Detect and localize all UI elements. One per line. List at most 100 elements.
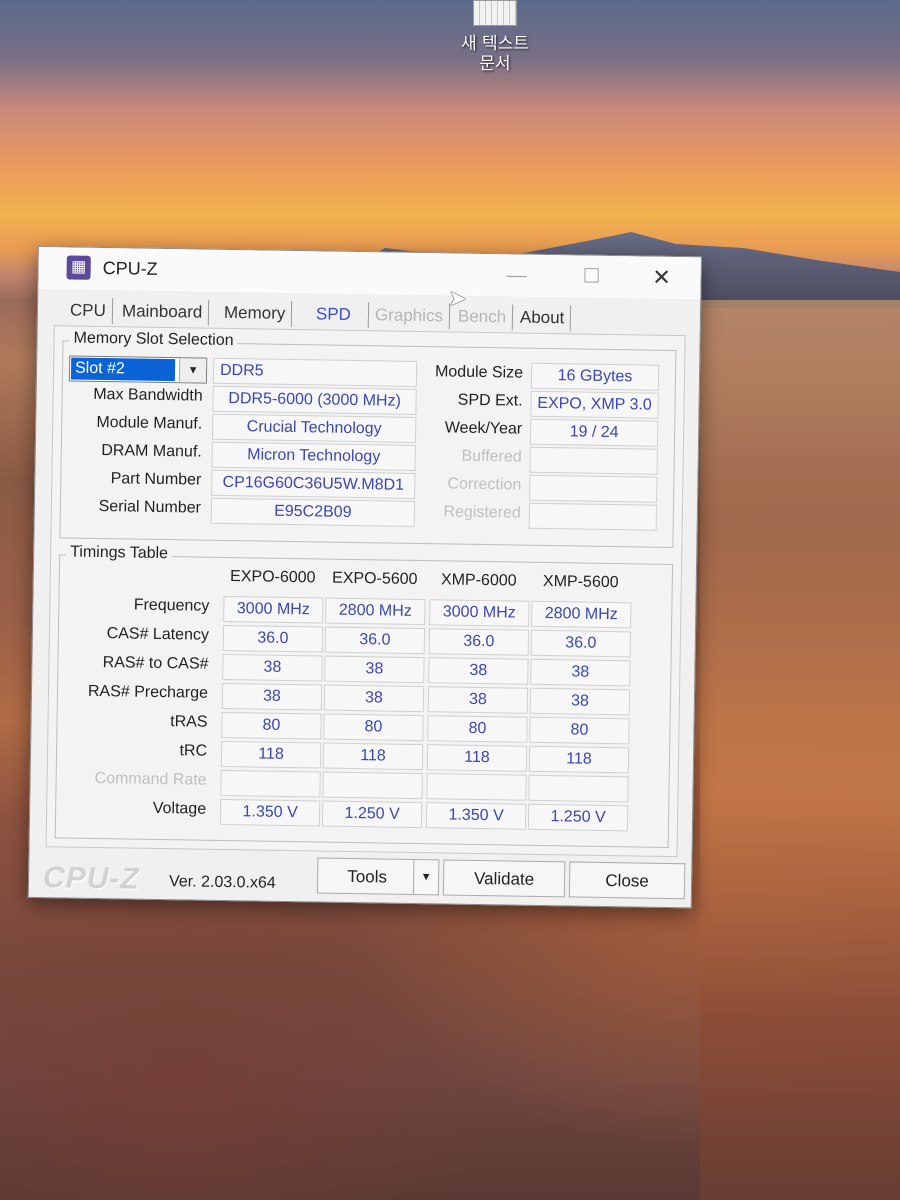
timings-cell: 38: [428, 657, 529, 685]
timings-cell: 80: [427, 715, 528, 743]
tab-about[interactable]: About: [513, 304, 572, 332]
timings-row-label: Frequency: [133, 596, 210, 615]
timings-cell: 80: [221, 711, 322, 740]
chevron-down-icon[interactable]: ▼: [412, 859, 439, 895]
timings-cell: 38: [427, 686, 529, 714]
timings-row-label: CAS# Latency: [106, 625, 210, 644]
timings-cell: [220, 769, 321, 798]
timings-group-title: Timings Table: [66, 543, 173, 564]
close-window-button[interactable]: ✕: [643, 263, 679, 294]
timings-row-label: tRC: [179, 742, 208, 760]
timings-cell: 36.0: [222, 624, 324, 653]
timings-cell: 1.250 V: [321, 800, 423, 829]
tab-cpu[interactable]: CPU: [63, 297, 114, 325]
background-cliff: [700, 300, 900, 1200]
tab-graphics[interactable]: Graphics: [367, 302, 451, 330]
max-bandwidth-label: Max Bandwidth: [93, 385, 203, 405]
timings-cell: 38: [221, 682, 323, 711]
cpuz-logo: CPU-Z: [42, 861, 140, 896]
text-document-icon: [473, 0, 517, 26]
module-manuf-value: Crucial Technology: [211, 413, 417, 443]
part-number-value: CP16G60C36U5W.M8D1: [211, 469, 416, 499]
timings-row-label: Command Rate: [94, 769, 207, 789]
tools-button-label: Tools: [347, 866, 388, 887]
timings-group: Timings Table EXPO-6000 EXPO-5600 XMP-6000…: [54, 543, 674, 848]
timings-cell: 118: [426, 744, 528, 772]
title-bar[interactable]: ▦ CPU-Z — ☐ ✕ ➤: [38, 247, 701, 311]
timings-cell: 1.350 V: [425, 802, 527, 830]
timings-column-header: EXPO-5600: [331, 569, 418, 589]
footer-bar: CPU-Z Ver. 2.03.0.x64 Tools ▼ Validate C…: [29, 847, 692, 907]
chevron-down-icon[interactable]: ▼: [178, 358, 207, 383]
close-button[interactable]: Close: [568, 861, 686, 900]
maximize-button[interactable]: ☐: [573, 261, 609, 292]
timings-row-label: tRAS: [170, 713, 208, 731]
timings-cell: 2800 MHz: [325, 597, 426, 626]
timings-cell: [426, 773, 527, 801]
timings-column-header: XMP-6000: [440, 571, 517, 590]
timings-row-label: Voltage: [152, 799, 207, 818]
memory-slot-group: Memory Slot Selection Slot #2 ▼ DDR5 Max…: [59, 329, 677, 549]
cpuz-window: ▦ CPU-Z — ☐ ✕ ➤ CPU Mainboard Memory SPD…: [27, 246, 702, 909]
timings-column-header: EXPO-6000: [229, 568, 316, 587]
week-year-label: Week/Year: [444, 419, 523, 438]
tab-memory[interactable]: Memory: [217, 299, 293, 328]
cpuz-app-icon: ▦: [66, 255, 91, 280]
timings-cell: 2800 MHz: [531, 600, 632, 629]
module-size-label: Module Size: [434, 363, 524, 382]
timings-column-header: XMP-5600: [542, 572, 619, 592]
slot-select-value: Slot #2: [70, 357, 176, 382]
timings-cell: 118: [322, 742, 424, 771]
desktop-icon-label-line2: 문서: [479, 54, 511, 74]
tab-mainboard[interactable]: Mainboard: [115, 298, 210, 326]
serial-number-value: E95C2B09: [210, 497, 416, 527]
minimize-button[interactable]: —: [498, 260, 534, 291]
memory-type-value: DDR5: [212, 357, 418, 387]
timings-cell: 1.250 V: [527, 803, 629, 832]
spd-ext-value: EXPO, XMP 3.0: [530, 390, 659, 419]
part-number-label: Part Number: [110, 470, 202, 489]
timings-cell: 38: [529, 687, 631, 716]
window-title: CPU-Z: [102, 258, 158, 279]
validate-button[interactable]: Validate: [442, 859, 566, 898]
timings-cell: 118: [220, 740, 322, 769]
module-size-value: 16 GBytes: [530, 362, 660, 391]
buffered-value: [529, 446, 658, 475]
tab-bench[interactable]: Bench: [451, 303, 514, 331]
timings-cell: [528, 774, 629, 803]
desktop-icon-new-text-document[interactable]: 새 텍스트 문서: [440, 0, 550, 90]
memory-slot-group-title: Memory Slot Selection: [69, 329, 238, 351]
timings-cell: 38: [323, 684, 425, 713]
module-manuf-label: Module Manuf.: [96, 413, 203, 433]
timings-cell: 36.0: [428, 628, 530, 656]
registered-label: Registered: [443, 503, 521, 522]
dram-manuf-label: DRAM Manuf.: [101, 442, 202, 461]
timings-cell: 80: [529, 716, 630, 745]
timings-row-label: RAS# Precharge: [87, 682, 209, 702]
timings-cell: 36.0: [324, 626, 426, 655]
timings-cell: 38: [530, 658, 631, 687]
correction-value: [529, 474, 658, 503]
tab-spd[interactable]: SPD: [310, 301, 357, 328]
spd-panel: Memory Slot Selection Slot #2 ▼ DDR5 Max…: [45, 325, 686, 858]
spd-ext-label: SPD Ext.: [457, 391, 523, 410]
version-text: Ver. 2.03.0.x64: [168, 873, 276, 892]
timings-cell: 3000 MHz: [223, 595, 324, 624]
desktop-icon-label-line1: 새 텍스트: [461, 34, 529, 54]
timings-row-label: RAS# to CAS#: [102, 654, 209, 673]
timings-cell: 38: [324, 655, 425, 684]
buffered-label: Buffered: [461, 447, 522, 466]
timings-cell: 1.350 V: [219, 798, 321, 827]
week-year-value: 19 / 24: [529, 418, 659, 447]
timings-cell: 80: [323, 713, 424, 742]
timings-cell: 3000 MHz: [429, 599, 530, 627]
dram-manuf-value: Micron Technology: [211, 441, 416, 471]
max-bandwidth-value: DDR5-6000 (3000 MHz): [212, 385, 417, 415]
tools-button[interactable]: Tools ▼: [316, 857, 440, 896]
registered-value: [528, 502, 658, 531]
timings-cell: 38: [222, 653, 323, 682]
slot-select[interactable]: Slot #2 ▼: [68, 355, 208, 384]
timings-cell: 36.0: [530, 629, 632, 658]
timings-cell: 118: [528, 745, 630, 774]
serial-number-label: Serial Number: [98, 497, 202, 517]
